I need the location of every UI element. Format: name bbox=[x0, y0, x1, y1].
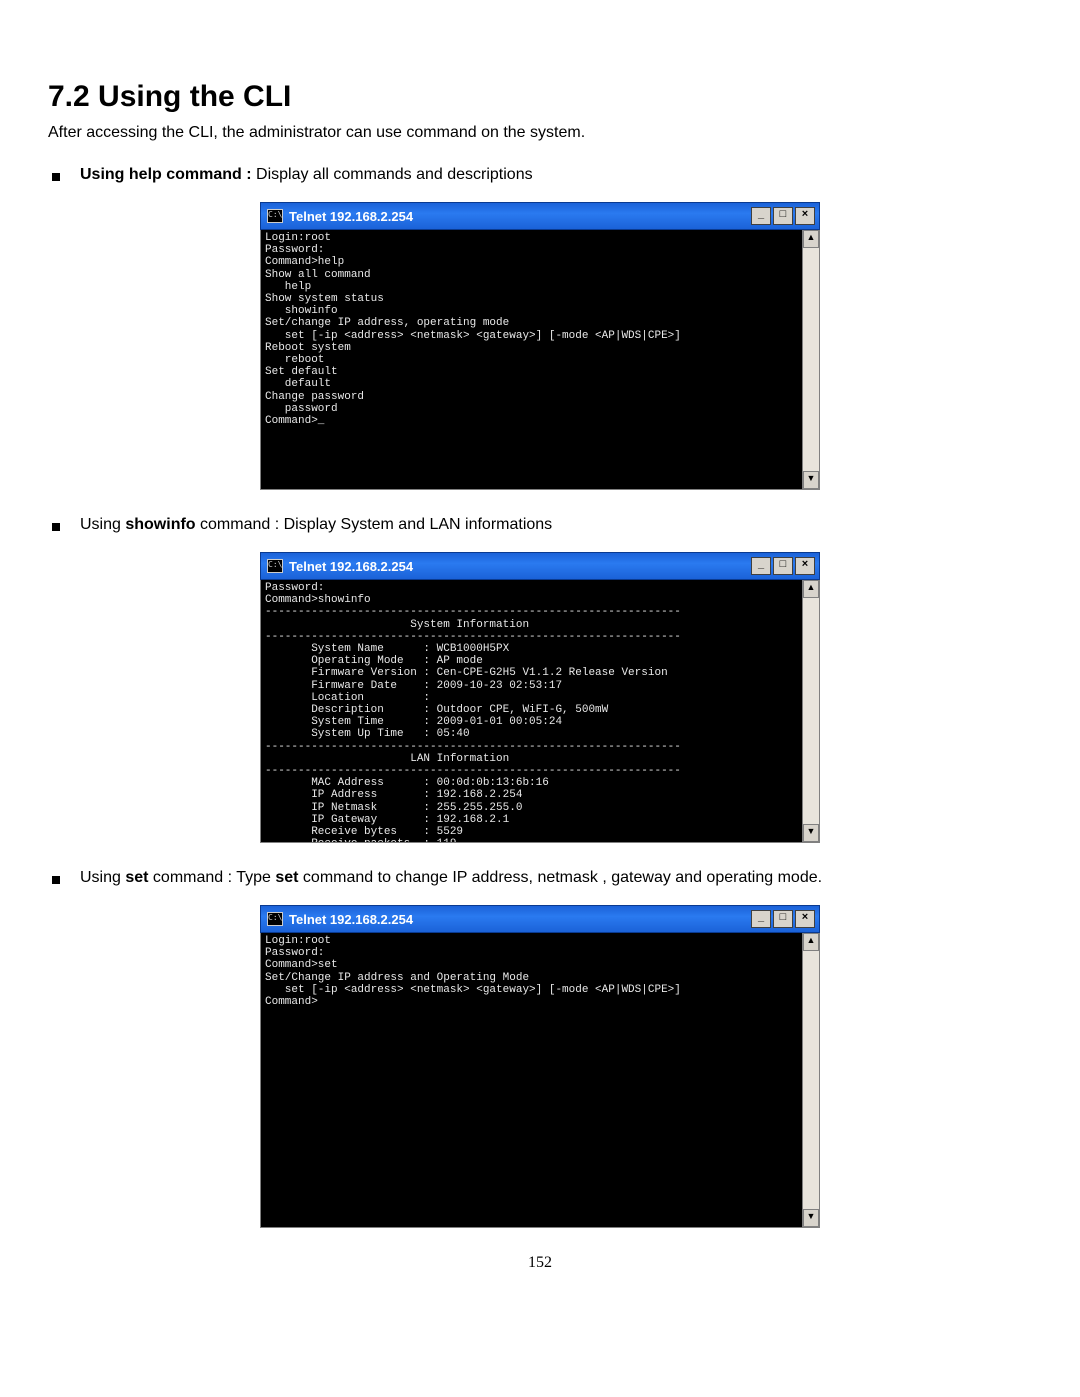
terminal-icon: C:\ bbox=[267, 912, 283, 926]
scroll-up-button[interactable]: ▲ bbox=[803, 230, 819, 248]
window-titlebar: C:\ Telnet 192.168.2.254 _ □ × bbox=[260, 552, 820, 580]
titlebar-left: C:\ Telnet 192.168.2.254 bbox=[267, 912, 413, 927]
terminal-body-wrap: Login:root Password: Command>help Show a… bbox=[260, 230, 820, 490]
window-title: Telnet 192.168.2.254 bbox=[289, 912, 413, 927]
bullet-text: Using set command : Type set command to … bbox=[80, 869, 822, 887]
bullet-item: Using set command : Type set command to … bbox=[48, 869, 1032, 887]
scroll-up-button[interactable]: ▲ bbox=[803, 933, 819, 951]
bullet-text: Using help command : Display all command… bbox=[80, 166, 533, 184]
scroll-down-button[interactable]: ▼ bbox=[803, 1209, 819, 1227]
scrollbar[interactable]: ▲ ▼ bbox=[802, 580, 819, 842]
close-button[interactable]: × bbox=[795, 557, 815, 575]
window-title: Telnet 192.168.2.254 bbox=[289, 559, 413, 574]
scroll-track[interactable] bbox=[803, 951, 819, 1209]
bullet-item: Using help command : Display all command… bbox=[48, 166, 1032, 184]
terminal-window: C:\ Telnet 192.168.2.254 _ □ × Password:… bbox=[260, 552, 820, 843]
terminal-window: C:\ Telnet 192.168.2.254 _ □ × Login:roo… bbox=[260, 202, 820, 490]
section-heading: 7.2 Using the CLI bbox=[48, 80, 1032, 114]
minimize-button[interactable]: _ bbox=[751, 557, 771, 575]
scroll-up-button[interactable]: ▲ bbox=[803, 580, 819, 598]
titlebar-left: C:\ Telnet 192.168.2.254 bbox=[267, 209, 413, 224]
intro-paragraph: After accessing the CLI, the administrat… bbox=[48, 124, 1032, 142]
scroll-down-button[interactable]: ▼ bbox=[803, 471, 819, 489]
bullet-icon bbox=[52, 523, 60, 531]
window-controls: _ □ × bbox=[751, 910, 815, 928]
close-button[interactable]: × bbox=[795, 910, 815, 928]
bullet-text: Using showinfo command : Display System … bbox=[80, 516, 552, 534]
scroll-track[interactable] bbox=[803, 248, 819, 471]
scrollbar[interactable]: ▲ ▼ bbox=[802, 933, 819, 1227]
minimize-button[interactable]: _ bbox=[751, 910, 771, 928]
terminal-output: Login:root Password: Command>help Show a… bbox=[261, 230, 802, 489]
scroll-track[interactable] bbox=[803, 598, 819, 824]
bullet-icon bbox=[52, 173, 60, 181]
close-button[interactable]: × bbox=[795, 207, 815, 225]
bullet-item: Using showinfo command : Display System … bbox=[48, 516, 1032, 534]
scroll-down-button[interactable]: ▼ bbox=[803, 824, 819, 842]
document-page: 7.2 Using the CLI After accessing the CL… bbox=[0, 0, 1080, 1302]
window-title: Telnet 192.168.2.254 bbox=[289, 209, 413, 224]
maximize-button[interactable]: □ bbox=[773, 557, 793, 575]
terminal-icon: C:\ bbox=[267, 559, 283, 573]
titlebar-left: C:\ Telnet 192.168.2.254 bbox=[267, 559, 413, 574]
terminal-body-wrap: Login:root Password: Command>set Set/Cha… bbox=[260, 933, 820, 1228]
scrollbar[interactable]: ▲ ▼ bbox=[802, 230, 819, 489]
minimize-button[interactable]: _ bbox=[751, 207, 771, 225]
maximize-button[interactable]: □ bbox=[773, 910, 793, 928]
window-controls: _ □ × bbox=[751, 207, 815, 225]
maximize-button[interactable]: □ bbox=[773, 207, 793, 225]
page-number: 152 bbox=[48, 1254, 1032, 1272]
terminal-icon: C:\ bbox=[267, 209, 283, 223]
window-titlebar: C:\ Telnet 192.168.2.254 _ □ × bbox=[260, 905, 820, 933]
terminal-output: Login:root Password: Command>set Set/Cha… bbox=[261, 933, 802, 1227]
terminal-output: Password: Command>showinfo -------------… bbox=[261, 580, 802, 842]
terminal-window: C:\ Telnet 192.168.2.254 _ □ × Login:roo… bbox=[260, 905, 820, 1228]
bullet-icon bbox=[52, 876, 60, 884]
window-titlebar: C:\ Telnet 192.168.2.254 _ □ × bbox=[260, 202, 820, 230]
terminal-body-wrap: Password: Command>showinfo -------------… bbox=[260, 580, 820, 843]
window-controls: _ □ × bbox=[751, 557, 815, 575]
